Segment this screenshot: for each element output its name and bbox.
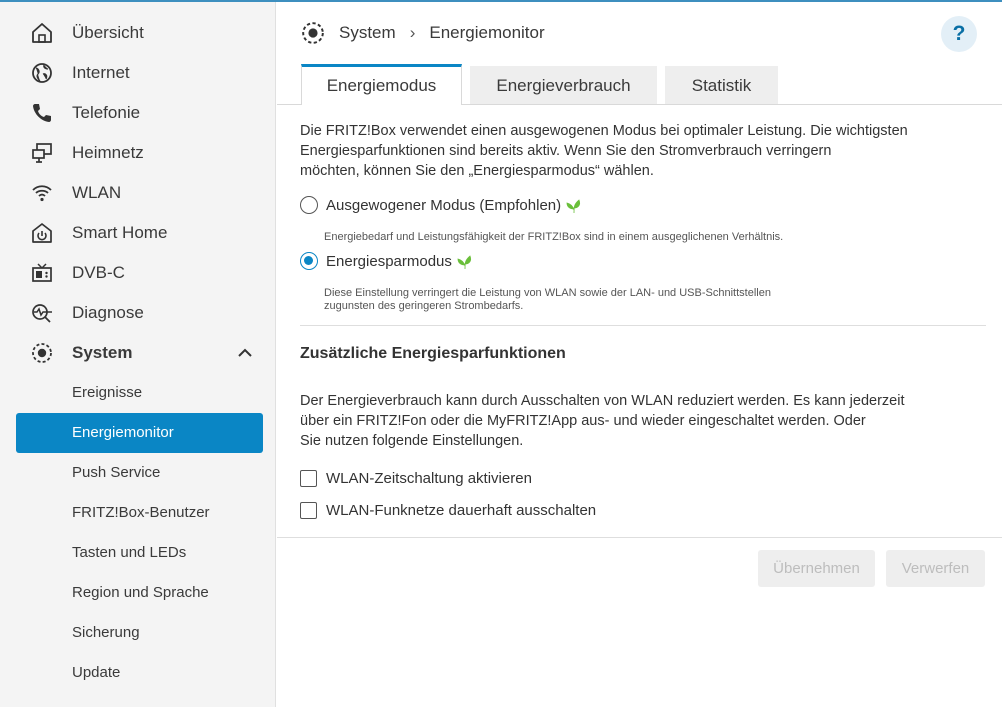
description-line: Der Energieverbrauch kann durch Ausschal…: [300, 393, 905, 409]
extra-description: Der Energieverbrauch kann durch Ausschal…: [300, 391, 904, 451]
sidebar-item-label: Diagnose: [72, 303, 144, 322]
sidebar-subitem-label: Push Service: [72, 464, 161, 481]
sidebar-subitem-tasten-leds[interactable]: Tasten und LEDs: [16, 533, 263, 573]
breadcrumb-section[interactable]: System: [339, 23, 396, 43]
footer-divider: [277, 537, 1002, 538]
breadcrumb-page: Energiemonitor: [429, 23, 545, 42]
sidebar-subitem-update[interactable]: Update: [16, 653, 263, 693]
hint-line: zugunsten des geringeren Strombedarfs.: [324, 300, 524, 312]
checkbox-label: WLAN-Zeitschaltung aktivieren: [326, 469, 532, 487]
system-icon: [30, 342, 54, 364]
section-title: Zusätzliche Energiesparfunktionen: [300, 345, 566, 362]
leaf-icon: [457, 255, 471, 270]
intro-line: Energiesparfunktionen sind bereits aktiv…: [300, 143, 832, 159]
breadcrumb: System › Energiemonitor: [301, 20, 545, 46]
section-divider: [300, 325, 986, 326]
description-line: über ein FRITZ!Fon oder die MyFRITZ!App …: [300, 413, 866, 429]
sidebar-item-dvb-c[interactable]: DVB-C: [16, 253, 263, 293]
help-button[interactable]: ?: [941, 16, 977, 52]
sidebar-item-uebersicht[interactable]: Übersicht: [16, 13, 263, 53]
radio-button-selected[interactable]: [300, 252, 318, 270]
sidebar-item-diagnose[interactable]: Diagnose: [16, 293, 263, 333]
system-icon: [302, 22, 324, 44]
sidebar-item-telefonie[interactable]: Telefonie: [16, 93, 263, 133]
sidebar-subitem-push-service[interactable]: Push Service: [16, 453, 263, 493]
sidebar-subitem-energiemonitor[interactable]: Energiemonitor: [16, 413, 263, 453]
sidebar-item-internet[interactable]: Internet: [16, 53, 263, 93]
energy-saving-mode-hint: Diese Einstellung verringert die Leistun…: [324, 287, 771, 313]
checkbox[interactable]: [300, 501, 317, 519]
sidebar-subitem-label: FRITZ!Box-Benutzer: [72, 504, 210, 521]
leaf-icon: [566, 199, 581, 214]
sidebar-subitem-region-sprache[interactable]: Region und Sprache: [16, 573, 263, 613]
globe-icon: [30, 62, 54, 84]
sidebar: Übersicht Internet Telefonie Heimnetz WL…: [0, 2, 276, 707]
intro-line: Die FRITZ!Box verwendet einen ausgewogen…: [300, 123, 908, 139]
checkbox-wlan-timer[interactable]: WLAN-Zeitschaltung aktivieren: [300, 467, 532, 489]
sidebar-item-label: DVB-C: [72, 263, 125, 282]
apply-button[interactable]: Übernehmen: [758, 550, 875, 587]
sidebar-subitem-label: Update: [72, 664, 121, 681]
radio-energy-saving-mode[interactable]: Energiesparmodus: [300, 250, 474, 272]
tab-energieverbrauch[interactable]: Energieverbrauch: [470, 66, 657, 105]
balanced-mode-hint: Energiebedarf und Leistungsfähigkeit der…: [324, 231, 784, 243]
hint-line: Diese Einstellung verringert die Leistun…: [324, 287, 771, 299]
tab-energiemodus[interactable]: Energiemodus: [301, 64, 462, 105]
sidebar-item-label: Heimnetz: [72, 143, 144, 162]
sidebar-subitem-label: Sicherung: [72, 624, 140, 641]
sidebar-subitem-label: Region und Sprache: [72, 584, 209, 601]
tab-statistik[interactable]: Statistik: [665, 66, 778, 105]
home-icon: [30, 22, 54, 44]
sidebar-item-smart-home[interactable]: Smart Home: [16, 213, 263, 253]
intro-text: Die FRITZ!Box verwendet einen ausgewogen…: [300, 121, 908, 181]
radio-balanced-mode[interactable]: Ausgewogener Modus (Empfohlen): [300, 194, 583, 216]
sidebar-subitem-sicherung[interactable]: Sicherung: [16, 613, 263, 653]
sidebar-item-label: System: [72, 343, 133, 362]
chevron-up-icon[interactable]: [237, 345, 253, 361]
discard-button[interactable]: Verwerfen: [886, 550, 985, 587]
main-content: System › Energiemonitor ? Energiemodus E…: [277, 2, 1002, 707]
sidebar-item-label: WLAN: [72, 183, 122, 202]
description-line: Sie nutzen folgende Einstellungen.: [300, 433, 524, 449]
tv-icon: [30, 262, 54, 284]
sidebar-subitem-fritzbox-benutzer[interactable]: FRITZ!Box-Benutzer: [16, 493, 263, 533]
sidebar-item-label: Smart Home: [72, 223, 168, 242]
wifi-icon: [30, 182, 54, 204]
sidebar-item-wlan[interactable]: WLAN: [16, 173, 263, 213]
sidebar-item-heimnetz[interactable]: Heimnetz: [16, 133, 263, 173]
network-icon: [30, 142, 54, 164]
checkbox-label: WLAN-Funknetze dauerhaft ausschalten: [326, 501, 597, 519]
sidebar-subitem-label: Energiemonitor: [72, 424, 174, 441]
checkbox[interactable]: [300, 469, 317, 487]
sidebar-subitem-ereignisse[interactable]: Ereignisse: [16, 373, 263, 413]
checkbox-wlan-off[interactable]: WLAN-Funknetze dauerhaft ausschalten: [300, 499, 596, 521]
diagnose-icon: [30, 302, 54, 324]
sidebar-subitem-label: Ereignisse: [72, 384, 143, 401]
sidebar-item-system[interactable]: System: [16, 333, 263, 373]
radio-label: Ausgewogener Modus (Empfohlen): [326, 196, 562, 214]
radio-label: Energiesparmodus: [326, 252, 452, 270]
sidebar-item-label: Übersicht: [72, 23, 144, 42]
smart-home-icon: [30, 222, 54, 244]
intro-line: möchten, können Sie den „Energiesparmodu…: [300, 163, 654, 179]
radio-button[interactable]: [300, 196, 318, 214]
sidebar-item-label: Telefonie: [72, 103, 141, 122]
sidebar-subitem-label: Tasten und LEDs: [72, 544, 187, 561]
phone-icon: [30, 102, 54, 124]
sidebar-item-label: Internet: [72, 63, 130, 82]
chevron-right-icon: ›: [409, 23, 416, 42]
